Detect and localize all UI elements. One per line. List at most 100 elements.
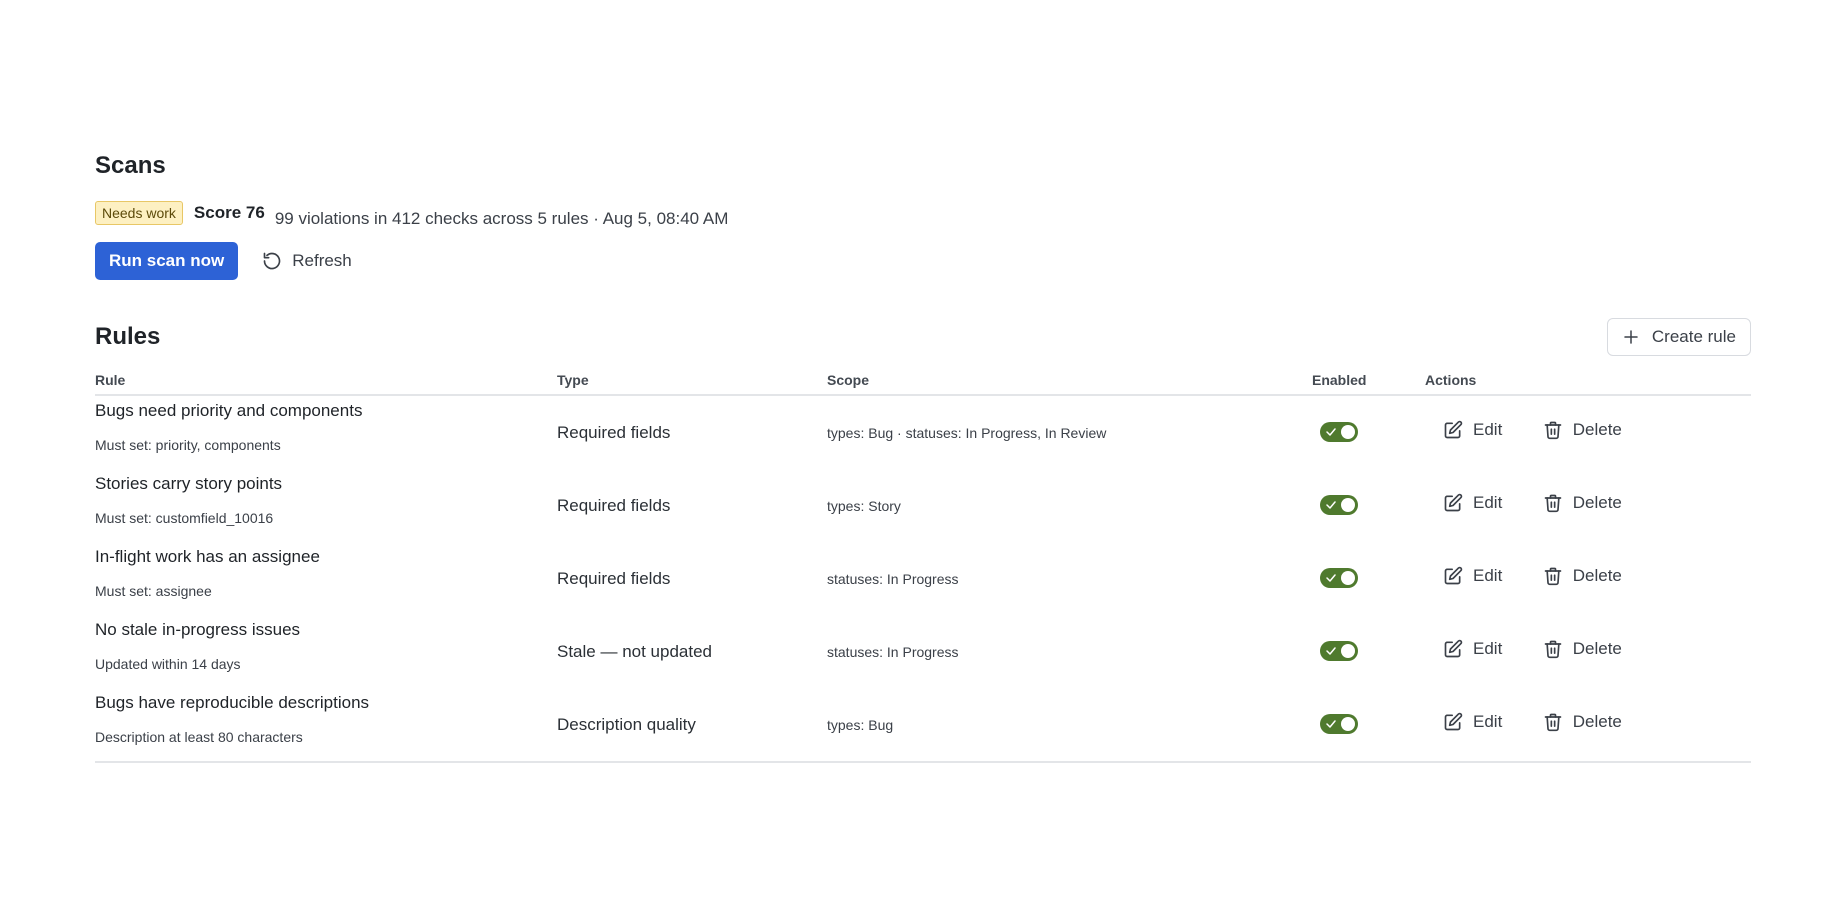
trash-icon [1544,567,1562,586]
delete-button[interactable]: Delete [1543,712,1622,732]
delete-button[interactable]: Delete [1543,493,1622,513]
actions-cell: Edit Delete [1425,542,1751,615]
table-row: Stories carry story points Must set: cus… [95,469,1751,542]
table-row: Bugs have reproducible descriptions Desc… [95,688,1751,763]
toggle-knob [1341,571,1355,585]
rule-description: Must set: priority, components [95,437,281,453]
delete-label: Delete [1572,566,1622,585]
rule-description: Updated within 14 days [95,656,241,672]
create-rule-button[interactable]: Create rule [1606,318,1751,356]
edit-button[interactable]: Edit [1443,639,1502,659]
edit-button[interactable]: Edit [1443,566,1502,586]
rule-description: Description at least 80 characters [95,729,303,745]
edit-button[interactable]: Edit [1443,420,1502,440]
toggle-knob [1341,717,1355,731]
toggle-knob [1341,498,1355,512]
enabled-cell [1312,615,1425,688]
run-scan-button[interactable]: Run scan now [95,242,239,280]
rule-type: Required fields [557,495,671,515]
rule-scope: types: Bug [827,688,1312,763]
scan-summary: Needs work Score 76 99 violations in 412… [95,200,1751,228]
check-icon [1326,647,1336,655]
delete-button[interactable]: Delete [1543,566,1622,586]
rule-name[interactable]: No stale in-progress issues [95,619,557,641]
refresh-button[interactable]: Refresh [254,242,360,280]
enabled-toggle[interactable] [1320,641,1358,661]
column-header-type: Type [557,366,827,396]
rules-title: Rules [95,323,161,350]
enabled-cell [1312,688,1425,763]
rules-header: Rules Create rule [95,318,1751,356]
scan-actions: Run scan now Refresh [95,242,1751,280]
enabled-cell [1312,395,1425,469]
enabled-toggle[interactable] [1320,422,1358,442]
column-header-rule: Rule [95,366,557,396]
enabled-toggle[interactable] [1320,568,1358,588]
check-icon [1326,574,1336,582]
column-header-scope: Scope [827,366,1312,396]
column-header-actions: Actions [1425,366,1751,396]
rule-cell: Bugs have reproducible descriptions Desc… [95,688,557,763]
rule-scope: types: Story [827,497,901,514]
score-label: Score 76 [193,203,265,222]
check-icon [1326,720,1336,728]
scans-title: Scans [95,152,166,179]
rule-name[interactable]: Bugs have reproducible descriptions [95,692,557,714]
check-icon [1326,501,1336,509]
toggle-knob [1341,644,1355,658]
edit-icon [1444,420,1463,439]
delete-label: Delete [1572,493,1622,512]
actions-cell: Edit Delete [1425,395,1751,469]
table-row: No stale in-progress issues Updated with… [95,615,1751,688]
edit-button[interactable]: Edit [1443,493,1502,513]
refresh-label: Refresh [292,251,352,270]
delete-label: Delete [1572,712,1622,731]
rule-type: Stale — not updated [557,641,713,661]
edit-icon [1444,639,1463,658]
trash-icon [1544,713,1562,732]
rule-description: Must set: customfield_10016 [95,510,274,526]
delete-button[interactable]: Delete [1543,639,1622,659]
check-icon [1326,428,1336,436]
enabled-cell [1312,542,1425,615]
edit-label: Edit [1473,712,1503,731]
rule-description: Must set: assignee [95,583,212,599]
actions-cell: Edit Delete [1425,469,1751,542]
rule-type: Required fields [557,568,671,588]
trash-icon [1544,494,1562,513]
edit-label: Edit [1473,639,1503,658]
edit-label: Edit [1473,420,1503,439]
trash-icon [1544,640,1562,659]
rule-scope: statuses: In Progress [827,570,959,587]
edit-icon [1444,712,1463,731]
enabled-toggle[interactable] [1320,714,1358,734]
rule-cell: No stale in-progress issues Updated with… [95,615,557,688]
create-rule-label: Create rule [1651,327,1736,346]
refresh-icon [263,252,281,270]
edit-button[interactable]: Edit [1443,712,1502,732]
rules-table: Rule Type Scope Enabled Actions Bugs nee… [95,366,1751,763]
table-row: In-flight work has an assignee Must set:… [95,542,1751,615]
rule-name[interactable]: In-flight work has an assignee [95,546,557,568]
rule-scope: statuses: In Progress [827,643,959,660]
rule-cell: Bugs need priority and components Must s… [95,395,557,469]
edit-label: Edit [1473,493,1503,512]
rule-name[interactable]: Stories carry story points [95,473,557,495]
actions-cell: Edit Delete [1425,688,1751,763]
rule-name[interactable]: Bugs need priority and components [95,400,557,422]
table-header-row: Rule Type Scope Enabled Actions [95,366,1751,396]
column-header-enabled: Enabled [1312,366,1425,396]
edit-icon [1444,493,1463,512]
plus-icon [1624,330,1638,344]
main-content: Scans Needs work Score 76 99 violations … [95,150,1751,763]
status-badge: Needs work [95,201,183,225]
page: Scans Needs work Score 76 99 violations … [0,0,1840,900]
trash-icon [1544,421,1562,440]
actions-cell: Edit Delete [1425,615,1751,688]
enabled-cell [1312,469,1425,542]
rule-type: Description quality [557,688,827,763]
table-row: Bugs need priority and components Must s… [95,395,1751,469]
enabled-toggle[interactable] [1320,495,1358,515]
delete-label: Delete [1572,639,1622,658]
delete-button[interactable]: Delete [1543,420,1622,440]
